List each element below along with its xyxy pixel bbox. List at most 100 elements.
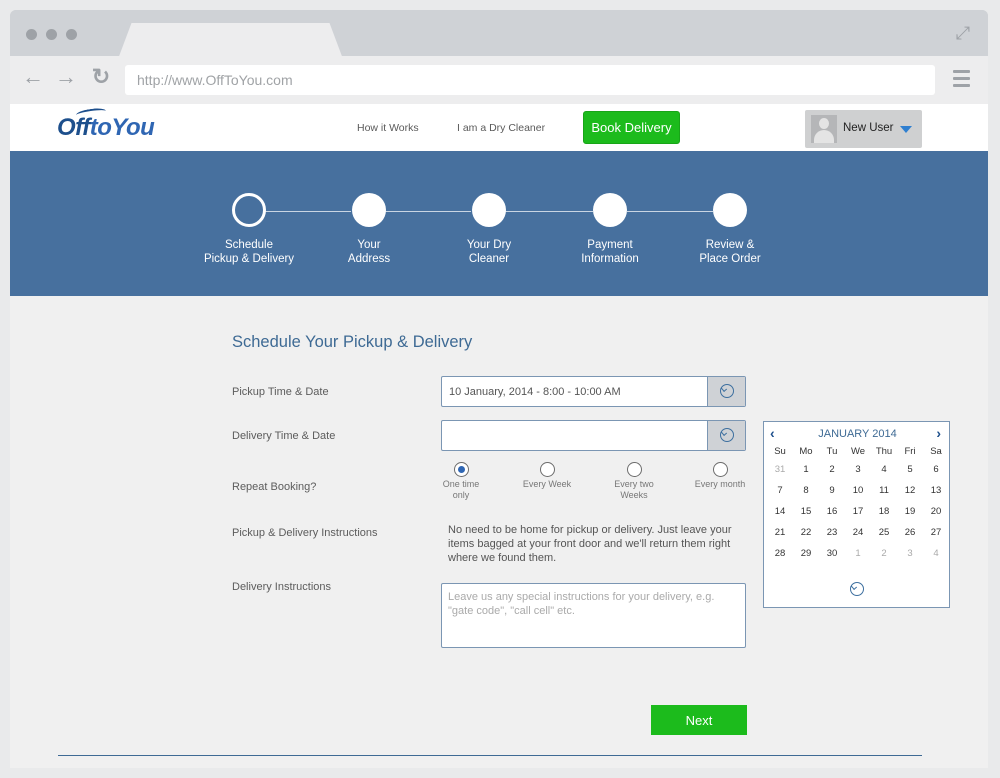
- calendar-day[interactable]: 7: [767, 481, 793, 502]
- delivery-instructions-label: Delivery Instructions: [232, 581, 332, 593]
- repeat-option-every-two-weeks[interactable]: Every two Weeks: [594, 462, 674, 501]
- avatar: [811, 115, 837, 143]
- calendar-day[interactable]: 6: [923, 460, 949, 481]
- site-logo[interactable]: OfftoYou: [57, 114, 155, 142]
- calendar-day[interactable]: 26: [897, 523, 923, 544]
- clock-icon: [720, 428, 734, 442]
- calendar-day[interactable]: 31: [767, 460, 793, 481]
- calendar-day[interactable]: 3: [845, 460, 871, 481]
- chevron-right-icon[interactable]: ›: [936, 425, 941, 441]
- instructions-text: No need to be home for pickup or deliver…: [448, 524, 732, 564]
- expand-icon[interactable]: ⤢: [954, 24, 972, 42]
- calendar-day[interactable]: 2: [871, 544, 897, 565]
- delivery-datetime-field[interactable]: [441, 420, 746, 451]
- calendar-day[interactable]: 8: [793, 481, 819, 502]
- calendar-day[interactable]: 3: [897, 544, 923, 565]
- nav-how-it-works[interactable]: How it Works: [357, 122, 419, 134]
- calendar-day[interactable]: 18: [871, 502, 897, 523]
- nav-dry-cleaner[interactable]: I am a Dry Cleaner: [457, 122, 545, 134]
- calendar-day[interactable]: 29: [793, 544, 819, 565]
- calendar-day[interactable]: 13: [923, 481, 949, 502]
- repeat-option-label: Every two Weeks: [614, 479, 654, 500]
- repeat-option-label: Every month: [694, 479, 746, 489]
- calendar-day[interactable]: 19: [897, 502, 923, 523]
- repeat-option-one-time[interactable]: One time only: [421, 462, 501, 501]
- repeat-option-every-month[interactable]: Every month: [680, 462, 760, 490]
- delivery-picker-button[interactable]: [707, 421, 745, 450]
- web-page: OfftoYou How it Works I am a Dry Cleaner…: [10, 104, 988, 768]
- calendar-day[interactable]: 24: [845, 523, 871, 544]
- clock-icon[interactable]: [850, 582, 864, 596]
- step-2-label: Your Address: [347, 239, 391, 265]
- calendar-weekday: Sa: [930, 446, 942, 457]
- calendar-day[interactable]: 27: [923, 523, 949, 544]
- calendar-day[interactable]: 9: [819, 481, 845, 502]
- window-close-dot[interactable]: [26, 29, 37, 40]
- user-menu[interactable]: New User: [805, 110, 922, 148]
- radio-button[interactable]: [626, 462, 642, 477]
- hamburger-menu-icon[interactable]: [953, 70, 970, 87]
- forward-arrow-icon[interactable]: →: [53, 64, 79, 90]
- calendar-day[interactable]: 20: [923, 502, 949, 523]
- step-connector: [265, 211, 351, 212]
- chevron-down-icon: [900, 126, 912, 133]
- calendar-day[interactable]: 5: [897, 460, 923, 481]
- window-minimize-dot[interactable]: [46, 29, 57, 40]
- calendar-day[interactable]: 2: [819, 460, 845, 481]
- footer-divider: [58, 755, 922, 756]
- back-arrow-icon[interactable]: ←: [20, 64, 46, 90]
- pickup-value: 10 January, 2014 - 8:00 - 10:00 AM: [449, 386, 621, 398]
- step-5-label: Review & Place Order: [699, 239, 761, 265]
- site-header: OfftoYou How it Works I am a Dry Cleaner…: [10, 104, 988, 151]
- calendar-day[interactable]: 23: [819, 523, 845, 544]
- calendar-day[interactable]: 28: [767, 544, 793, 565]
- step-4-label: Payment Information: [581, 239, 639, 265]
- step-1-label: Schedule Pickup & Delivery: [203, 239, 295, 265]
- book-delivery-button[interactable]: Book Delivery: [583, 111, 680, 144]
- calendar-day[interactable]: 16: [819, 502, 845, 523]
- calendar-day[interactable]: 10: [845, 481, 871, 502]
- browser-tab[interactable]: [118, 23, 343, 59]
- radio-button[interactable]: [712, 462, 728, 477]
- repeat-option-every-week[interactable]: Every Week: [507, 462, 587, 490]
- calendar-day[interactable]: 17: [845, 502, 871, 523]
- calendar-day[interactable]: 21: [767, 523, 793, 544]
- pickup-picker-button[interactable]: [707, 377, 745, 406]
- calendar-day[interactable]: 15: [793, 502, 819, 523]
- radio-button[interactable]: [539, 462, 555, 477]
- repeat-option-label: One time only: [442, 479, 480, 500]
- step-3-circle[interactable]: [472, 193, 506, 227]
- calendar-weekday: Tu: [826, 446, 838, 457]
- calendar-day[interactable]: 22: [793, 523, 819, 544]
- calendar-day[interactable]: 11: [871, 481, 897, 502]
- pickup-datetime-field[interactable]: 10 January, 2014 - 8:00 - 10:00 AM: [441, 376, 746, 407]
- progress-steps: Schedule Pickup & Delivery Your Address …: [10, 151, 988, 296]
- clock-icon: [720, 384, 734, 398]
- delivery-instructions-input[interactable]: Leave us any special instructions for yo…: [441, 583, 746, 648]
- calendar-day[interactable]: 25: [871, 523, 897, 544]
- calendar-day[interactable]: 30: [819, 544, 845, 565]
- calendar-grid: Su Mo Tu We Thu Fri Sa 31 1 2 3 4 5 6 7 8 9 10 11 12 13 14 15 1…: [767, 444, 950, 565]
- logo-text-toyou: toYou: [89, 114, 155, 141]
- user-name: New User: [843, 122, 894, 134]
- radio-button[interactable]: [453, 462, 469, 477]
- browser-navbar: ← → ↻ http://www.OffToYou.com: [10, 56, 988, 104]
- calendar-day[interactable]: 4: [871, 460, 897, 481]
- step-connector: [385, 211, 471, 212]
- calendar-day[interactable]: 14: [767, 502, 793, 523]
- next-button[interactable]: Next: [651, 705, 747, 735]
- step-1-circle[interactable]: [232, 193, 266, 227]
- calendar-day[interactable]: 12: [897, 481, 923, 502]
- calendar-day[interactable]: 4: [923, 544, 949, 565]
- step-5-circle[interactable]: [713, 193, 747, 227]
- logo-text-off: Off: [57, 114, 90, 141]
- window-maximize-dot[interactable]: [66, 29, 77, 40]
- calendar-day[interactable]: 1: [793, 460, 819, 481]
- reload-icon[interactable]: ↻: [88, 64, 114, 90]
- step-4-circle[interactable]: [593, 193, 627, 227]
- calendar-day[interactable]: 1: [845, 544, 871, 565]
- date-picker-calendar: ‹ JANUARY 2014 › Su Mo Tu We Thu Fri Sa 31 1 2 3 4 5…: [763, 421, 950, 608]
- step-3-label: Your Dry Cleaner: [466, 239, 512, 265]
- address-bar[interactable]: http://www.OffToYou.com: [125, 65, 935, 95]
- step-2-circle[interactable]: [352, 193, 386, 227]
